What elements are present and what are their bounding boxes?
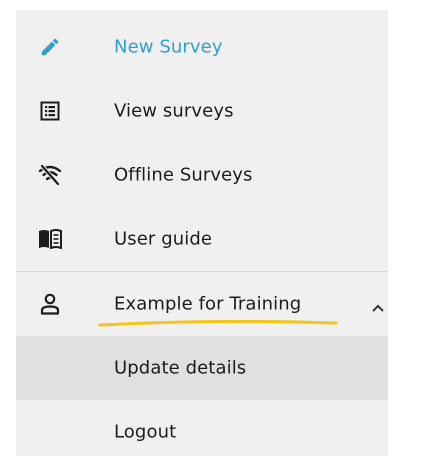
menu-item-label: Offline Surveys [114, 164, 253, 186]
menu-item-label: View surveys [114, 100, 234, 122]
navigation-menu: New Survey View surveys Offline Surveys … [16, 10, 388, 456]
account-name: Example for Training [114, 293, 302, 315]
menu-item-user-guide[interactable]: User guide [16, 207, 388, 271]
book-icon [38, 227, 62, 251]
submenu-item-label: Update details [114, 357, 247, 379]
menu-item-offline-surveys[interactable]: Offline Surveys [16, 143, 388, 207]
wifi-off-icon [38, 163, 62, 187]
submenu-item-update-details[interactable]: Update details [16, 336, 388, 400]
menu-item-view-surveys[interactable]: View surveys [16, 79, 388, 143]
person-icon [38, 292, 62, 316]
list-icon [38, 99, 62, 123]
submenu-item-logout[interactable]: Logout [16, 400, 388, 464]
menu-item-label: User guide [114, 228, 213, 250]
pencil-icon [38, 35, 62, 59]
submenu-item-label: Logout [114, 421, 177, 443]
menu-item-new-survey[interactable]: New Survey [16, 15, 388, 79]
annotation-underline [98, 319, 338, 327]
chevron-up-icon[interactable] [370, 300, 386, 316]
menu-item-label: New Survey [114, 36, 223, 58]
